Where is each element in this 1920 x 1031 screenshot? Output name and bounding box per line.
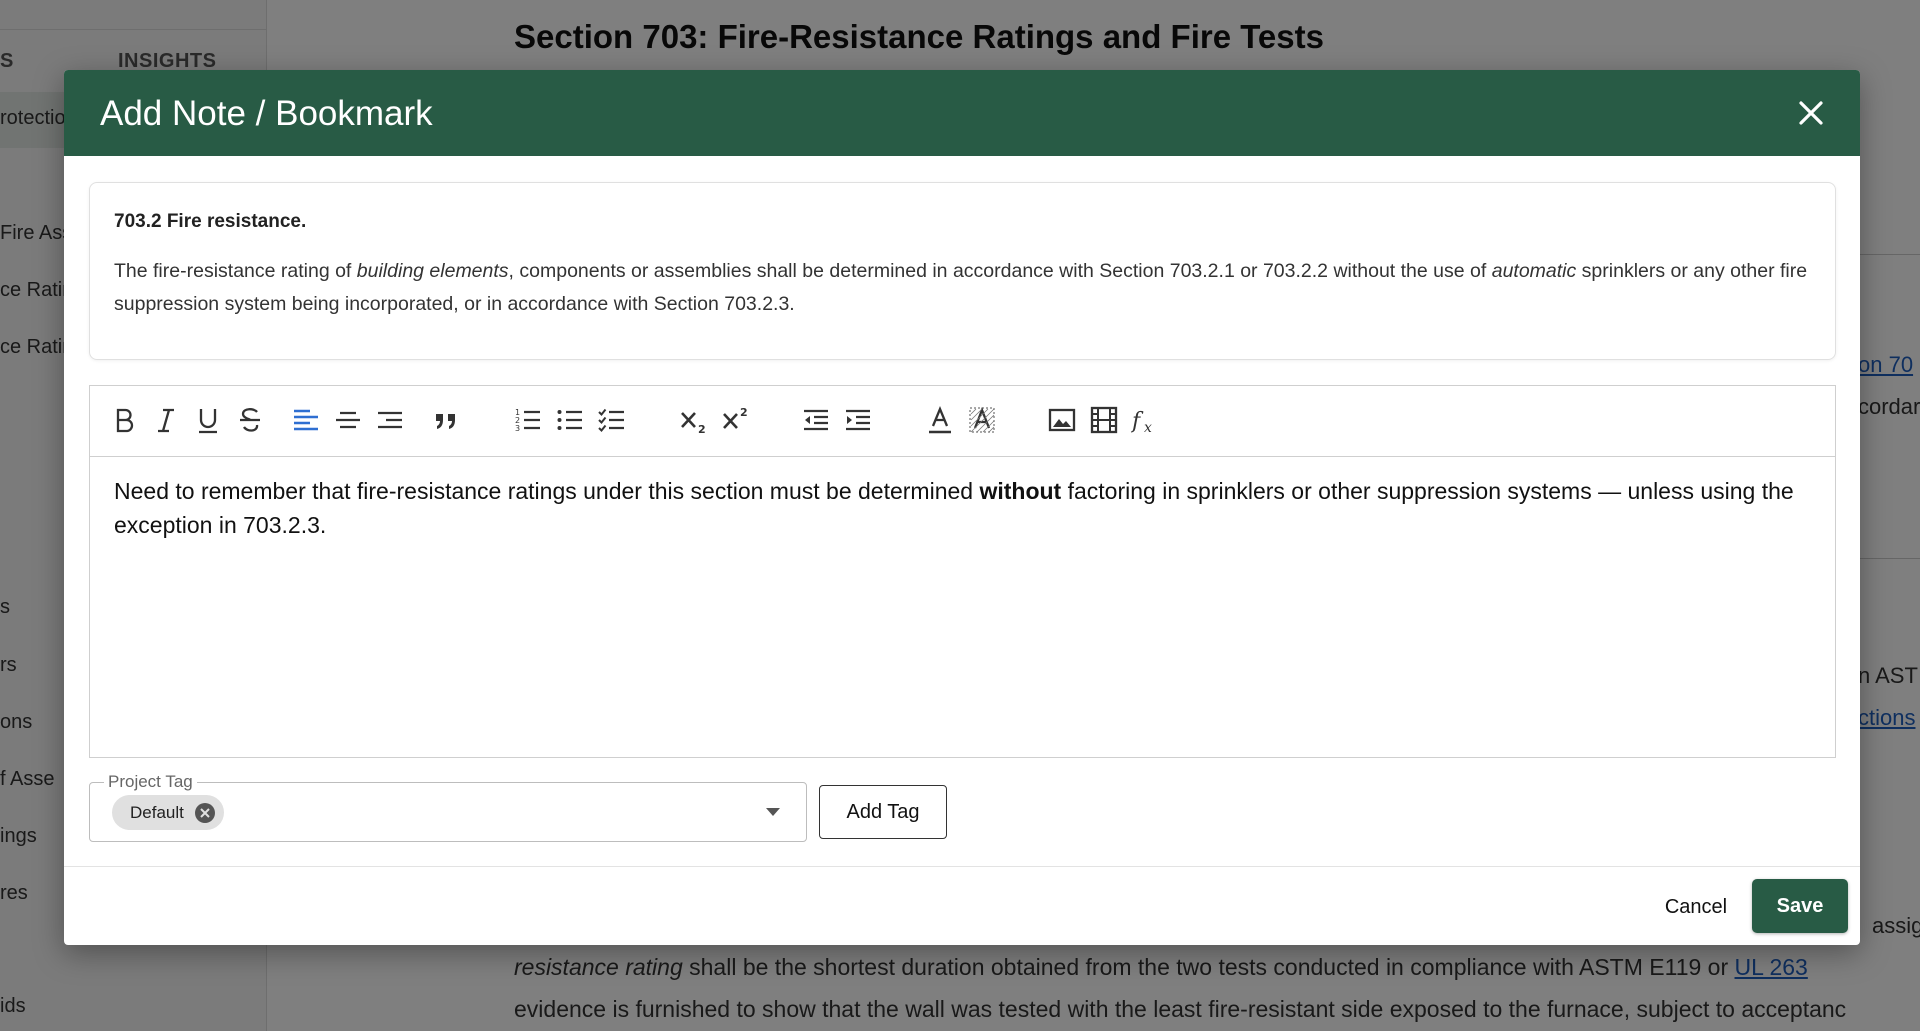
subscript-button[interactable]: 2 (676, 402, 712, 438)
quote-icon (436, 414, 455, 429)
superscript-button[interactable]: 2 (718, 402, 754, 438)
tag-chip-default: Default (112, 795, 224, 830)
project-tag-select[interactable]: Project Tag Default (89, 772, 807, 842)
note-text: Need to remember that fire-resistance ra… (114, 478, 980, 504)
outdent-button[interactable] (798, 402, 834, 438)
svg-text:2: 2 (740, 406, 748, 419)
underline-button[interactable] (190, 402, 226, 438)
strikethrough-icon (240, 408, 260, 432)
checklist-button[interactable] (594, 402, 630, 438)
excerpt-heading: 703.2 Fire resistance. (114, 211, 307, 232)
superscript-icon: 2 (723, 406, 748, 429)
underline-icon (199, 409, 217, 434)
remove-tag-icon[interactable] (194, 802, 216, 824)
defined-term: automatic (1491, 260, 1577, 282)
svg-text:2: 2 (698, 423, 706, 435)
align-right-icon (378, 411, 402, 429)
indent-button[interactable] (840, 402, 876, 438)
align-center-button[interactable] (330, 402, 366, 438)
font-color-button[interactable] (922, 402, 958, 438)
project-tag-label: Project Tag (104, 772, 197, 792)
note-text-area[interactable]: Need to remember that fire-resistance ra… (114, 474, 1795, 542)
font-color-icon (929, 405, 951, 434)
cancel-button[interactable]: Cancel (1646, 882, 1746, 932)
indent-icon (846, 409, 870, 431)
tag-chip-label: Default (130, 802, 184, 822)
add-tag-button[interactable]: Add Tag (819, 785, 947, 839)
bullet-list-button[interactable] (552, 402, 588, 438)
close-button[interactable] (1792, 94, 1830, 132)
insert-image-button[interactable] (1044, 402, 1080, 438)
excerpt-text: The fire-resistance rating of (114, 260, 357, 282)
align-left-icon (294, 409, 318, 431)
add-note-dialog: Add Note / Bookmark 703.2 Fire resistanc… (64, 70, 1860, 945)
formula-icon: fx (1131, 409, 1152, 435)
outdent-icon (804, 409, 828, 431)
strikethrough-button[interactable] (232, 402, 268, 438)
footer-divider (64, 866, 1860, 867)
formula-button[interactable]: fx (1128, 402, 1164, 438)
italic-icon (158, 408, 174, 433)
excerpt-text: , components or assemblies shall be dete… (508, 260, 1492, 282)
ordered-list-icon: 123 (515, 408, 540, 433)
blockquote-button[interactable] (428, 402, 464, 438)
align-left-button[interactable] (288, 402, 324, 438)
defined-term: building elements (356, 260, 509, 282)
svg-text:3: 3 (515, 424, 520, 433)
ordered-list-button[interactable]: 123 (510, 402, 546, 438)
italic-button[interactable] (148, 402, 184, 438)
svg-text:x: x (1144, 420, 1152, 435)
subscript-icon: 2 (681, 412, 706, 435)
film-icon (1090, 406, 1118, 434)
image-icon (1048, 408, 1076, 432)
editor-toolbar: 123 2 2 f x (90, 386, 1835, 457)
highlight-icon (969, 406, 995, 433)
align-right-button[interactable] (372, 402, 408, 438)
highlight-button[interactable] (964, 402, 1000, 438)
bullet-list-icon (557, 410, 582, 430)
section-excerpt-card: 703.2 Fire resistance. The fire-resistan… (89, 182, 1836, 360)
svg-text:f: f (1131, 409, 1144, 434)
close-icon (1799, 101, 1823, 125)
checklist-icon (598, 408, 624, 432)
note-text-bold: without (979, 478, 1062, 504)
align-center-icon (336, 411, 360, 429)
save-button[interactable]: Save (1752, 879, 1848, 933)
bold-icon (116, 408, 134, 433)
excerpt-body: The fire-resistance rating of building e… (114, 255, 1811, 321)
note-editor: 123 2 2 f x Need to remember that fire-r… (89, 385, 1836, 758)
bold-button[interactable] (106, 402, 142, 438)
chevron-down-icon[interactable] (764, 805, 782, 819)
insert-video-button[interactable] (1086, 402, 1122, 438)
dialog-title: Add Note / Bookmark (100, 94, 433, 133)
dialog-header: Add Note / Bookmark (64, 70, 1860, 156)
